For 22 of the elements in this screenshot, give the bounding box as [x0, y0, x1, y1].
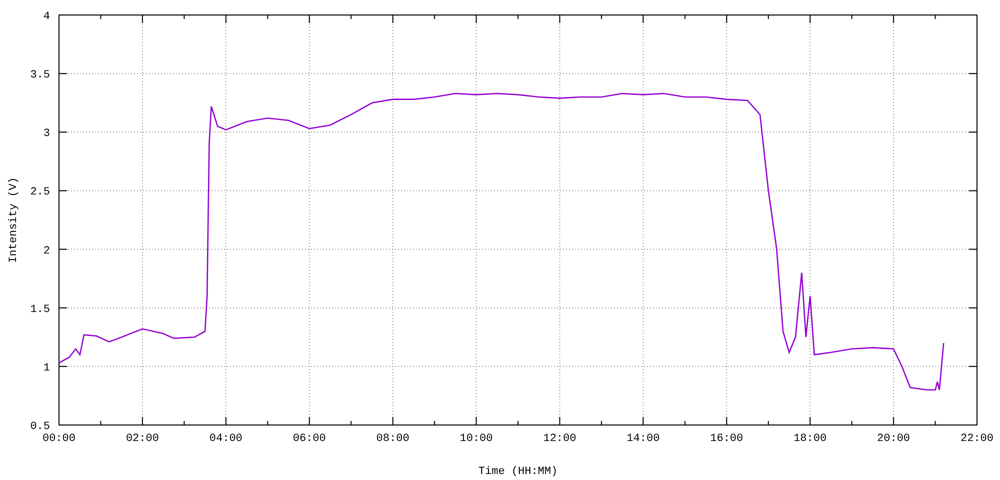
y-tick-label: 1.5	[30, 304, 50, 316]
y-tick-label: 4	[43, 11, 50, 23]
x-tick-label: 08:00	[376, 433, 410, 445]
y-tick-label: 3	[43, 128, 50, 140]
x-tick-label: 14:00	[626, 433, 660, 445]
x-tick-label: 12:00	[543, 433, 576, 445]
x-tick-label: 18:00	[794, 433, 827, 445]
x-tick-label: 20:00	[877, 433, 910, 445]
y-tick-label: 3.5	[30, 70, 50, 82]
x-tick-label: 16:00	[710, 433, 744, 445]
x-tick-label: 10:00	[460, 433, 493, 445]
x-tick-label: 06:00	[292, 433, 326, 445]
y-tick-label: 2.5	[30, 186, 50, 199]
x-tick-label: 00:00	[42, 433, 76, 445]
y-tick-label: 1	[43, 362, 50, 374]
y-axis-title: Intensity (V)	[8, 177, 20, 263]
x-axis-title: Time (HH:MM)	[478, 466, 558, 478]
y-tick-label: 2	[43, 245, 50, 258]
x-tick-label: 22:00	[960, 433, 994, 445]
y-tick-label: 0.5	[30, 421, 50, 433]
x-tick-label: 04:00	[209, 433, 242, 445]
x-tick-label: 02:00	[126, 433, 159, 445]
